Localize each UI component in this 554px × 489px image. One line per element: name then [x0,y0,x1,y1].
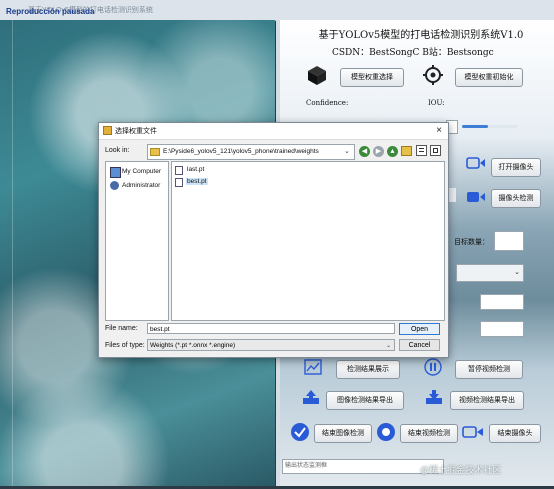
model-select-button[interactable]: 模型权重选择 [340,68,404,87]
chevron-down-icon: ⌄ [344,148,350,155]
camera-side-strip [448,188,456,202]
target-count-label: 目标数量： [454,238,489,246]
file-name-input[interactable]: best.pt [147,323,395,334]
back-icon[interactable]: ◀ [359,146,370,157]
new-folder-icon[interactable] [401,146,412,156]
target-count-value [494,231,524,251]
upload-icon [303,390,319,404]
export-video-button[interactable]: 视频检测结果导出 [450,391,524,410]
cube-icon [308,66,326,85]
places-sidebar: My Computer Administrator [105,161,169,321]
user-icon [110,181,119,190]
export-image-button[interactable]: 图像检测结果导出 [326,391,404,410]
file-dialog: 选择权重文件 × Look in: E:\Pyside6_yolov5_121\… [98,122,449,358]
camera-detect-button[interactable]: 摄像头检测 [491,189,541,208]
file-icon [175,178,183,187]
place-administrator[interactable]: Administrator [110,180,168,192]
place-label: Administrator [122,182,161,189]
iou-slider-fill [462,125,488,128]
dialog-titlebar: 选择权重文件 × [99,123,448,140]
file-name: best.pt [186,178,208,185]
info-field-2 [480,321,524,337]
watermark: @稀土掘金技术社区 [420,465,502,475]
close-icon[interactable]: × [432,124,446,137]
show-result-button[interactable]: 检测结果展示 [336,360,400,379]
video-camera-icon [467,192,485,202]
look-in-combo[interactable]: E:\Pyside6_yolov5_121\yolov5_phone\train… [147,144,355,160]
chevron-down-icon: ⌄ [385,343,391,349]
end-video-button[interactable]: 结束视频检测 [400,424,458,443]
cancel-button[interactable]: Cancel [399,339,440,351]
author-info: CSDN：BestSongC B站：Bestsongc [332,48,494,58]
camera-icon [466,157,485,169]
file-icon [175,166,183,175]
iou-label: IOU: [428,99,445,107]
look-in-path: E:\Pyside6_yolov5_121\yolov5_phone\train… [163,148,319,155]
file-name: last.pt [187,166,205,173]
file-name-label: File name: [105,325,138,332]
open-camera-button[interactable]: 打开摄像头 [491,158,541,177]
camera-off-icon [462,426,483,438]
detail-view-icon[interactable] [430,145,441,156]
end-image-button[interactable]: 结束图像检测 [314,424,372,443]
look-in-label: Look in: [105,147,130,154]
folder-icon [150,148,160,156]
playback-status: Reproducción pausada [6,7,95,16]
file-type-value: Weights (*.pt *.onnx *.engine) [150,342,236,349]
file-type-label: Files of type: [105,342,145,349]
info-field-1 [480,294,524,310]
computer-icon [110,167,121,178]
place-label: My Computer [122,168,162,175]
dialog-app-icon [103,126,112,135]
panel-title: 基于YOLOv5模型的打电话检测识别系统V1.0 [318,30,524,41]
open-button[interactable]: Open [399,323,440,335]
up-icon[interactable]: ▲ [387,146,398,157]
chevron-down-icon: ⌄ [514,269,520,276]
pause-video-button[interactable]: 暂停视频检测 [455,360,523,379]
end-camera-button[interactable]: 结束摄像头 [489,424,541,443]
forward-icon[interactable]: ▶ [373,146,384,157]
file-type-select[interactable]: Weights (*.pt *.onnx *.engine) ⌄ [147,339,395,351]
dialog-title: 选择权重文件 [115,128,157,135]
target-select[interactable]: ⌄ [456,264,524,282]
check-circle-icon [291,423,309,441]
file-list: last.pt best.pt [171,161,445,321]
iou-slider[interactable] [462,125,518,128]
download-icon [426,390,442,404]
place-my-computer[interactable]: My Computer [110,166,168,178]
confidence-label: Confidence: [306,99,349,107]
list-view-icon[interactable] [416,145,427,156]
pause-icon [424,358,442,376]
chart-icon [304,359,322,375]
main-titlebar: 基于YOLOv5模型的打电话检测识别系统 Reproducción pausad… [0,0,554,21]
stop-circle-icon [377,423,395,441]
model-init-button[interactable]: 模型权重初始化 [455,68,523,87]
target-icon [423,65,443,85]
